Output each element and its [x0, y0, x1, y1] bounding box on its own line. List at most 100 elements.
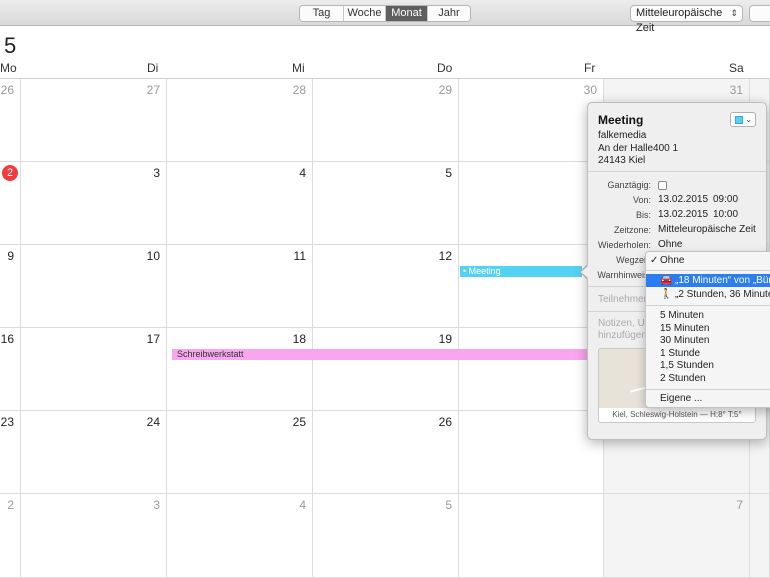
menu-item-walk-route[interactable]: 🚶„2 Stunden, 36 Minuten“: [646, 288, 770, 301]
menu-item-none[interactable]: ✓ Ohne: [646, 254, 770, 267]
day-cell[interactable]: 5: [313, 494, 459, 578]
event-schreibwerkstatt[interactable]: Schreibwerkstatt: [172, 349, 592, 360]
tab-week[interactable]: Woche: [344, 6, 386, 21]
day-cell[interactable]: 27: [21, 79, 167, 162]
day-cell[interactable]: 29: [313, 79, 459, 162]
menu-item-label: „2 Stunden, 36 Minuten“: [675, 289, 770, 300]
day-cell[interactable]: 9: [0, 245, 21, 328]
day-number: 4: [299, 166, 306, 180]
day-cell[interactable]: 7: [604, 494, 750, 578]
menu-item-car-route[interactable]: 🚘„18 Minuten“ von „Büro“: [646, 274, 770, 287]
weekday-do: Do: [437, 61, 453, 75]
day-cell[interactable]: 25: [167, 411, 313, 494]
day-number: 24: [146, 415, 160, 429]
day-cell[interactable]: [459, 494, 604, 578]
walking-icon: 🚶: [660, 289, 673, 300]
day-cell[interactable]: 11: [167, 245, 313, 328]
day-cell[interactable]: 26: [0, 79, 21, 162]
to-label: Bis:: [635, 210, 651, 220]
day-number: 23: [0, 415, 14, 429]
event-title[interactable]: Meeting: [598, 113, 643, 127]
location-line[interactable]: 24143 Kiel: [598, 155, 645, 166]
day-cell[interactable]: 4: [167, 494, 313, 578]
day-cell[interactable]: 4: [167, 162, 313, 245]
chevron-down-icon: ⌄: [745, 115, 752, 124]
notes-field-line2: hinzufügen: [598, 330, 647, 341]
day-number: 16: [0, 332, 14, 346]
day-cell[interactable]: [459, 162, 604, 245]
menu-item-custom[interactable]: Eigene ...: [646, 392, 770, 405]
day-cell[interactable]: 2: [459, 328, 604, 411]
day-cell[interactable]: 3: [21, 494, 167, 578]
repeat-value[interactable]: Ohne: [658, 239, 682, 250]
allday-label: Ganztägig:: [607, 180, 651, 190]
calendar-color-picker[interactable]: ⌄: [730, 112, 756, 127]
toolbar: Tag Woche Monat Jahr Mitteleuropäische Z…: [0, 0, 770, 34]
month-title: 5: [4, 33, 17, 58]
day-cell[interactable]: 24: [21, 411, 167, 494]
divider: [588, 171, 766, 172]
day-number: 5: [445, 498, 452, 512]
day-cell[interactable]: 10: [21, 245, 167, 328]
notes-field[interactable]: Notizen, UR: [598, 318, 652, 329]
tab-day[interactable]: Tag: [300, 6, 344, 21]
popover-arrow-inner: [581, 265, 589, 279]
day-number: 26: [438, 415, 452, 429]
travel-time-menu: ✓ Ohne 🚘„18 Minuten“ von „Büro“ 🚶„2 Stun…: [645, 251, 770, 408]
day-cell[interactable]: 1: [459, 245, 604, 328]
allday-checkbox[interactable]: [658, 181, 667, 190]
menu-item-duration[interactable]: 5 Minuten: [646, 309, 770, 322]
day-cell[interactable]: 16: [0, 328, 21, 411]
day-number: 25: [292, 415, 306, 429]
day-cell[interactable]: 2: [0, 494, 21, 578]
tab-year[interactable]: Jahr: [428, 6, 470, 21]
weekday-sa: Sa: [729, 61, 744, 75]
map-caption: Kiel, Schleswig-Holstein — H:8° T:5°: [599, 408, 755, 422]
from-date[interactable]: 13.02.2015: [658, 194, 708, 205]
timezone-select[interactable]: Mitteleuropäische Zeit ⇕: [630, 5, 743, 34]
alert-label: Warnhinweis:: [597, 270, 651, 280]
updown-arrows-icon: ⇕: [730, 8, 738, 18]
day-cell[interactable]: 17: [21, 328, 167, 411]
to-time[interactable]: 10:00: [713, 209, 738, 220]
day-cell[interactable]: 26: [313, 411, 459, 494]
menu-item-duration[interactable]: 1,5 Stunden: [646, 359, 770, 372]
menu-item-duration[interactable]: 30 Minuten: [646, 334, 770, 347]
weekday-di: Di: [147, 61, 159, 75]
timezone-select-label: Mitteleuropäische Zeit: [636, 7, 723, 34]
day-number: 28: [292, 83, 306, 97]
car-icon: 🚘: [660, 275, 673, 286]
menu-divider: [646, 305, 770, 306]
day-cell[interactable]: 19: [313, 328, 459, 411]
day-cell[interactable]: [750, 494, 770, 578]
participants-field[interactable]: Teilnehmer: [598, 294, 647, 305]
day-number: 3: [153, 166, 160, 180]
day-cell-today[interactable]: 2: [0, 162, 21, 245]
day-cell[interactable]: 3: [21, 162, 167, 245]
menu-divider: [646, 270, 770, 271]
location-line[interactable]: falkemedia: [598, 130, 646, 141]
day-cell[interactable]: 28: [167, 79, 313, 162]
day-cell[interactable]: 23: [0, 411, 21, 494]
toolbar-right-button[interactable]: [749, 5, 770, 22]
day-number: 4: [299, 498, 306, 512]
tab-month[interactable]: Monat: [386, 6, 428, 21]
day-cell[interactable]: 5: [313, 162, 459, 245]
timezone-value[interactable]: Mitteleuropäische Zeit: [658, 224, 756, 235]
day-cell[interactable]: 12: [313, 245, 459, 328]
checkmark-icon: ✓: [650, 255, 659, 266]
event-meeting[interactable]: • Meeting: [460, 266, 582, 277]
day-number: 11: [293, 249, 306, 263]
to-date[interactable]: 13.02.2015: [658, 209, 708, 220]
travel-label: Wegzeit:: [616, 255, 651, 265]
day-cell[interactable]: 30: [459, 79, 604, 162]
menu-item-duration[interactable]: 2 Stunden: [646, 372, 770, 385]
day-cell[interactable]: [459, 411, 604, 494]
day-number: 10: [146, 249, 160, 263]
day-number: 2: [7, 498, 14, 512]
from-time[interactable]: 09:00: [713, 194, 738, 205]
day-cell[interactable]: 18: [167, 328, 313, 411]
location-line[interactable]: An der Halle400 1: [598, 143, 678, 154]
day-number: 12: [438, 249, 452, 263]
day-number: 31: [729, 83, 743, 97]
